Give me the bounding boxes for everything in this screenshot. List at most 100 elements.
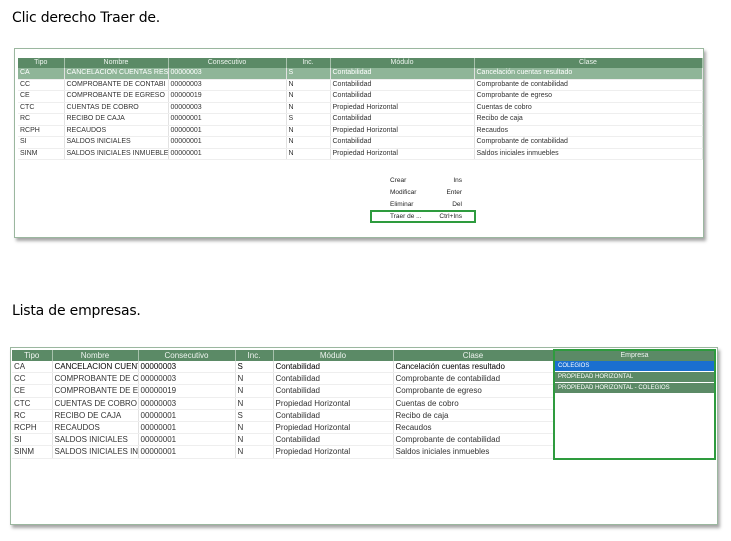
col-nombre[interactable]: Nombre [52,350,139,361]
cell-tipo: CTC [18,102,65,114]
cell-consecutivo: 00000019 [168,90,287,103]
cell-clase: Saldos iniciales inmuebles [393,445,554,459]
table-row[interactable]: CA CANCELACION CUENTAS RES 00000003 S Contab… [18,68,703,80]
cell-nombre: CANCELACION CUENTAS RES [64,68,169,80]
cell-tipo: CA [18,68,65,80]
col-inc[interactable]: Inc. [235,350,274,361]
cell-modulo: Contabilidad [330,90,475,103]
cell-nombre: CUENTAS DE COBRO [52,397,139,410]
menu-item-crear[interactable]: Crear Ins [372,175,472,186]
cell-inc: N [235,397,274,410]
table-row[interactable]: RC RECIBO DE CAJA 00000001 S Contabilidad Rec… [18,113,703,126]
empresa-header: Empresa [555,351,714,361]
cell-inc: S [286,113,331,126]
cell-nombre: CANCELACION CUENTA [52,361,139,374]
cell-clase: Saldos iniciales inmuebles [474,148,703,160]
cell-clase: Recibo de caja [393,409,554,423]
cell-inc: N [286,125,331,137]
table-row[interactable]: SINM SALDOS INICIALES INMUEBLE 00000001 N Pr… [18,148,703,160]
col-clase[interactable]: Clase [474,58,703,68]
empresa-item-colegios[interactable]: COLEGIOS [555,361,714,372]
menu-item-label: Modificar [390,189,417,196]
menu-item-eliminar[interactable]: Eliminar Del [372,199,472,210]
cell-modulo: Contabilidad [330,79,475,91]
col-modulo[interactable]: Módulo [330,58,475,68]
cell-inc: N [286,79,331,91]
cell-tipo: RC [12,409,53,423]
table-row[interactable]: CC COMPROBANTE DE CO 00000003 N Contabilidad… [12,372,554,386]
table-row[interactable]: SI SALDOS INICIALES 00000001 N Contabilidad C… [18,136,703,149]
table-row[interactable]: RCPH RECAUDOS 00000001 N Propiedad Horizonta… [18,125,703,137]
cell-tipo: CTC [12,397,53,410]
table-row[interactable]: SINM SALDOS INICIALES INM 00000001 N Propied… [12,445,554,459]
table-row[interactable]: CA CANCELACION CUENTA 00000003 S Contabilida… [12,361,554,374]
cell-clase: Recaudos [474,125,703,137]
cell-nombre: SALDOS INICIALES [64,136,169,149]
cell-nombre: COMPROBANTE DE EGRESO [64,90,169,103]
cell-inc: S [286,68,331,80]
empresa-item-propiedad-horizontal[interactable]: PROPIEDAD HORIZONTAL [555,372,714,383]
col-consecutivo[interactable]: Consecutivo [138,350,236,361]
cell-nombre: COMPROBANTE DE CO [52,372,139,386]
cell-inc: S [235,409,274,423]
cell-consecutivo: 00000001 [168,125,287,137]
table-row[interactable]: CE COMPROBANTE DE EG 00000019 N Contabilidad… [12,384,554,398]
col-modulo[interactable]: Módulo [273,350,394,361]
cell-clase: Cancelación cuentas resultado [474,68,703,80]
table-row[interactable]: CE COMPROBANTE DE EGRESO 00000019 N Contabil… [18,90,703,103]
empresa-list: Empresa COLEGIOS PROPIEDAD HORIZONTAL PR… [553,349,716,460]
documents-grid-2: Tipo Nombre Consecutivo Inc. Módulo Clas… [12,350,554,459]
table-row[interactable]: SI SALDOS INICIALES 00000001 N Contabilidad C… [12,433,554,447]
cell-nombre: RECAUDOS [64,125,169,137]
cell-tipo: RCPH [18,125,65,137]
menu-item-label: Eliminar [390,201,414,208]
cell-tipo: CA [12,361,53,374]
cell-clase: Comprobante de egreso [474,90,703,103]
cell-modulo: Contabilidad [273,433,394,447]
table-row[interactable]: CTC CUENTAS DE COBRO 00000003 N Propiedad Ho… [12,397,554,410]
table-row[interactable]: RCPH RECAUDOS 00000001 N Propiedad Horizonta… [12,421,554,435]
cell-clase: Comprobante de egreso [393,384,554,398]
cell-nombre: RECIBO DE CAJA [64,113,169,126]
col-consecutivo[interactable]: Consecutivo [168,58,287,68]
cell-inc: N [235,384,274,398]
menu-item-shortcut: Del [452,201,462,208]
cell-modulo: Contabilidad [330,113,475,126]
menu-item-label: Crear [390,177,407,184]
cell-inc: N [286,136,331,149]
cell-clase: Cuentas de cobro [393,397,554,410]
table-row[interactable]: CTC CUENTAS DE COBRO 00000003 N Propiedad Ho… [18,102,703,114]
cell-consecutivo: 00000003 [168,79,287,91]
cell-modulo: Contabilidad [273,384,394,398]
cell-nombre: RECIBO DE CAJA [52,409,139,423]
cell-tipo: SINM [12,445,53,459]
cell-clase: Comprobante de contabilidad [474,79,703,91]
cell-nombre: SALDOS INICIALES INMUEBLE [64,148,169,160]
col-inc[interactable]: Inc. [286,58,331,68]
col-nombre[interactable]: Nombre [64,58,169,68]
col-clase[interactable]: Clase [393,350,554,361]
cell-inc: N [286,102,331,114]
col-tipo[interactable]: Tipo [12,350,53,361]
cell-modulo: Propiedad Horizontal [273,445,394,459]
heading-lista-empresas: Lista de empresas. [12,303,141,319]
col-tipo[interactable]: Tipo [18,58,65,68]
cell-modulo: Propiedad Horizontal [273,397,394,410]
empresa-item-ph-colegios[interactable]: PROPIEDAD HORIZONTAL - COLEGIOS [555,383,714,394]
cell-consecutivo: 00000003 [168,68,287,80]
cell-nombre: COMPROBANTE DE EG [52,384,139,398]
cell-tipo: CE [18,90,65,103]
cell-nombre: CUENTAS DE COBRO [64,102,169,114]
cell-nombre: SALDOS INICIALES [52,433,139,447]
cell-inc: S [235,361,274,374]
cell-modulo: Propiedad Horizontal [330,148,475,160]
table-row[interactable]: RC RECIBO DE CAJA 00000001 S Contabilidad Rec… [12,409,554,423]
cell-consecutivo: 00000001 [138,433,236,447]
cell-modulo: Propiedad Horizontal [330,102,475,114]
menu-item-modificar[interactable]: Modificar Enter [372,187,472,198]
cell-modulo: Contabilidad [273,372,394,386]
cell-inc: N [286,90,331,103]
cell-consecutivo: 00000003 [138,397,236,410]
cell-clase: Recaudos [393,421,554,435]
table-row[interactable]: CC COMPROBANTE DE CONTABI 00000003 N Contabi… [18,79,703,91]
